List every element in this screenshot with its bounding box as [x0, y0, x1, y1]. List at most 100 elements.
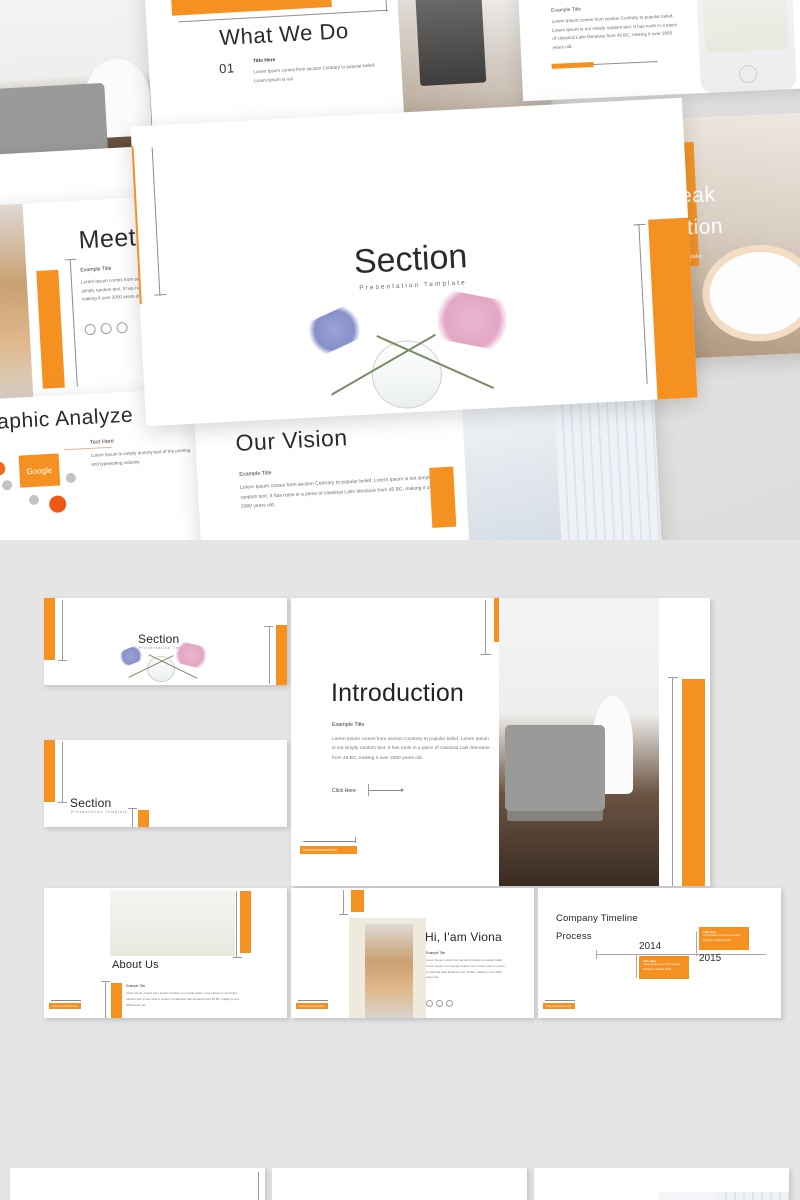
timeline-axis: [596, 954, 766, 955]
hero-card-mobile-mockup[interactable]: Mobile Mockup Example Title Lorem Ipsum …: [517, 0, 800, 102]
hero-whatwedo-subtitle: Title Here: [252, 57, 276, 65]
phone-home-button-icon: [738, 64, 758, 84]
hero-meet-title: Meet: [77, 223, 137, 255]
timeline-tick-2015: [696, 932, 697, 956]
rule-top-cap: [481, 654, 491, 655]
timeline-box-body: Lorem Ipsum comes from section Contrary …: [643, 963, 680, 971]
bloom-blue: [298, 300, 371, 360]
hero-vision-subtitle: Example Title: [239, 470, 272, 478]
main-rule-right: [638, 224, 648, 384]
slide-our-vision-thumb[interactable]: Our Vision Example Title Lorem Ipsum com…: [534, 1168, 789, 1200]
slide-introduction[interactable]: Introduction Example Title Lorem Ipsum c…: [291, 598, 710, 886]
bloom-pink: [425, 287, 520, 353]
footer-rule: [298, 1000, 328, 1001]
rule-top-cap: [339, 914, 348, 915]
corridor-photo: [658, 1192, 789, 1200]
header-rule-cap: [385, 0, 388, 12]
graph-node-label: Google: [26, 465, 53, 476]
slide-title: About Us: [112, 959, 159, 971]
hero-whatwedo-number: 01: [218, 60, 235, 77]
slide-subtitle: Example Title: [332, 722, 365, 728]
main-rule-left-cap: [154, 294, 167, 296]
bloom-blue: [115, 643, 147, 669]
slide-about-us[interactable]: About Us Example Title Lorem Ipsum comes…: [44, 888, 287, 1018]
graph-node-gray-1: [1, 479, 13, 491]
slide-timeline-1[interactable]: Company Timeline Process 2014 Title Here…: [538, 888, 781, 1018]
hero-graphic-body: Lorem Ipsum is simply dummy text of the …: [90, 447, 191, 467]
social-linkedin-icon[interactable]: [100, 322, 112, 335]
slide-body: Lorem Ipsum comes from section Contrary …: [332, 737, 490, 761]
rule-bottom: [132, 808, 133, 827]
corridor-photo: [460, 386, 663, 540]
profile-photo: [365, 924, 413, 1018]
slide-title-line1: Company Timeline: [556, 913, 638, 924]
timeline-tick-2014: [636, 954, 637, 978]
accent-bar-top: [351, 890, 364, 912]
accent-bar-vision: [429, 466, 457, 528]
accent-underline: [551, 61, 594, 69]
domain-badge[interactable]: www.yourdomain.com: [300, 846, 357, 854]
timeline-box-2015[interactable]: Title Here Lorem Ipsum comes from sectio…: [699, 927, 749, 950]
footer-rule: [545, 1000, 575, 1001]
slide-title: Section: [70, 796, 112, 810]
accent-bar-left: [111, 983, 122, 1018]
preview-page: Meet Example Title Lorem Ipsum comes fro…: [0, 0, 800, 1200]
accent-bar-right: [240, 891, 251, 953]
slide-section-cover[interactable]: Section Presentation Template: [44, 598, 287, 685]
hero-whatwedo-title: What We Do: [218, 17, 350, 51]
rule-right: [269, 626, 270, 684]
timeline-year-2014: 2014: [639, 941, 662, 952]
hero-graphic-subtitle: Text Here: [89, 438, 115, 446]
slide-body: Lorem Ipsum comes from section Contrary …: [126, 991, 240, 1007]
callout-rule: [64, 446, 113, 451]
cta-label[interactable]: Click Here: [332, 788, 356, 794]
rule-bottom-cap: [128, 808, 137, 809]
cta-arrow-line: [369, 790, 402, 791]
slide-grid: Section Presentation Template Section Pr…: [0, 540, 800, 1200]
social-linkedin-icon[interactable]: [436, 1000, 443, 1007]
hero-graphic-title: Graphic Analyze: [0, 403, 134, 435]
timeline-box-body: Lorem Ipsum comes from section Contrary …: [703, 934, 740, 942]
cta-arrow-head: [401, 788, 404, 792]
rule-right: [236, 891, 237, 957]
hero-card-section-main[interactable]: Section Presentation Template: [130, 97, 698, 427]
hero-mobile-body: Lorem Ipsum comes from section Contrary …: [551, 13, 678, 50]
rule-left-cap: [101, 981, 110, 982]
slide-timeline-3[interactable]: 2019 Title Here Lorem Ipsum comes from s…: [272, 1168, 527, 1200]
plant-photo: [700, 0, 790, 53]
vertical-rule: [69, 259, 78, 387]
slide-subtitle: Presentation Template: [71, 810, 128, 814]
social-pinterest-icon[interactable]: [426, 1000, 433, 1007]
slide-timeline-2[interactable]: 2016 Title Here Lorem Ipsum comes from s…: [10, 1168, 265, 1200]
plant-books-photo: [110, 890, 235, 956]
hero-collage: Meet Example Title Lorem Ipsum comes fro…: [0, 0, 800, 540]
domain-badge[interactable]: www.yourdomain.com: [296, 1003, 328, 1009]
hero-meet-subtitle: Example Title: [80, 265, 112, 274]
rule-left: [62, 600, 63, 660]
rule-right: [258, 1172, 259, 1200]
domain-badge[interactable]: www.yourdomain.com: [49, 1003, 81, 1009]
footer-rule: [303, 841, 356, 842]
rule-top: [343, 890, 344, 914]
woman-portrait-photo: [0, 203, 34, 410]
hero-whatwedo-body: Lorem Ipsum comes from section Contrary …: [253, 62, 376, 84]
social-instagram-icon[interactable]: [446, 1000, 453, 1007]
rule-right-cap: [668, 677, 678, 678]
bloom-pink: [169, 639, 213, 671]
footer-rule-cap: [355, 837, 356, 843]
social-pinterest-icon[interactable]: [84, 323, 96, 336]
slide-subtitle: Example Title: [126, 984, 146, 988]
bottom-row-wrapper: 2016 Title Here Lorem Ipsum comes from s…: [0, 1168, 800, 1200]
slide-section-left[interactable]: Section Presentation Template: [44, 740, 287, 827]
graph-node-dollar-icon: [0, 461, 6, 477]
social-instagram-icon[interactable]: [116, 321, 128, 334]
profile-photo-backdrop: [349, 918, 426, 1018]
slide-profile[interactable]: Hi, I'am Viona Example Title Lorem Ipsum…: [291, 888, 534, 1018]
accent-bar: [44, 598, 55, 660]
timeline-box-2014[interactable]: Title Here Lorem Ipsum comes from sectio…: [639, 956, 689, 979]
rule-left-cap: [58, 802, 67, 803]
slide-body: Lorem Ipsum comes from section Contrary …: [426, 958, 505, 980]
graph-node-gray-3: [28, 494, 40, 506]
rule-right-cap: [233, 957, 242, 958]
domain-badge[interactable]: www.yourdomain.com: [543, 1003, 575, 1009]
